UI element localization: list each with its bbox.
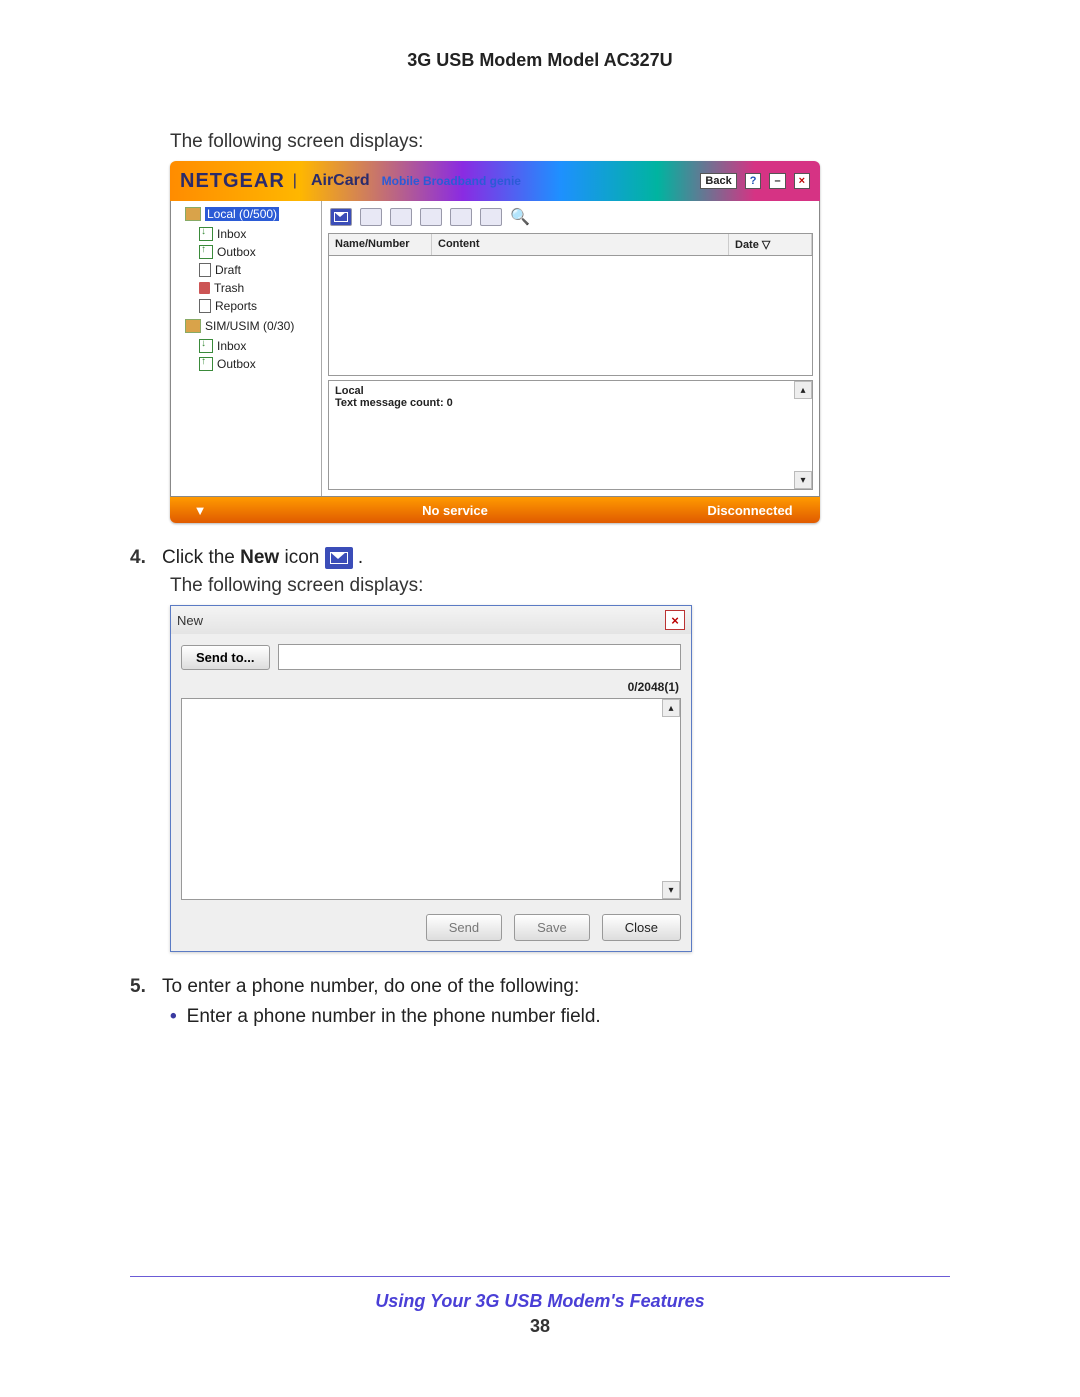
scroll-up-icon[interactable]: ▴ [794, 381, 812, 399]
message-list: Name/Number Content Date ▽ [328, 233, 813, 376]
dialog-title: New [177, 613, 203, 628]
inbox-icon [199, 227, 213, 241]
new-message-icon[interactable] [330, 208, 352, 226]
reply-icon[interactable] [360, 208, 382, 226]
scroll-up-icon[interactable]: ▴ [662, 699, 680, 717]
back-button[interactable]: Back [700, 173, 736, 189]
col-name[interactable]: Name/Number [329, 234, 432, 255]
send-to-button[interactable]: Send to... [181, 645, 270, 670]
delete-icon[interactable] [420, 208, 442, 226]
brand-netgear: NETGEAR [180, 170, 285, 193]
trash-icon [199, 282, 210, 294]
step4-after-text: The following screen displays: [170, 575, 950, 597]
brand-aircard: AirCard [311, 172, 370, 190]
bullet-1: • Enter a phone number in the phone numb… [170, 1006, 950, 1028]
col-date[interactable]: Date ▽ [729, 234, 812, 255]
outbox-icon [199, 357, 213, 371]
doc-icon [199, 299, 211, 313]
genie-titlebar: NETGEAR | AirCard Mobile Broadband genie… [170, 161, 820, 201]
folder-icon [185, 207, 201, 221]
sms-toolbar: 🔍 [322, 201, 819, 233]
signal-icon: ▼ [170, 503, 230, 518]
aircard-genie-window: NETGEAR | AirCard Mobile Broadband genie… [170, 161, 820, 523]
tree-sim[interactable]: SIM/USIM (0/30) [185, 317, 321, 335]
phone-number-field[interactable] [278, 644, 682, 670]
folder-icon [185, 319, 201, 333]
dialog-close-icon[interactable]: × [665, 610, 685, 630]
step-number: 5. [130, 976, 154, 998]
status-local: Local [335, 385, 806, 397]
save-button[interactable]: Save [514, 914, 590, 941]
service-status: No service [230, 503, 680, 518]
folder-tree: Local (0/500) Inbox Outbox Draft Trash R… [171, 201, 322, 496]
search-icon[interactable]: 🔍 [510, 207, 530, 227]
tree-sim-inbox[interactable]: Inbox [199, 337, 256, 355]
send-button[interactable]: Send [426, 914, 502, 941]
new-message-dialog: New × Send to... 0/2048(1) ▴ ▾ Send Save… [170, 605, 692, 952]
tree-sim-outbox[interactable]: Outbox [199, 355, 256, 373]
step-number: 4. [130, 547, 154, 569]
doc-icon [199, 263, 211, 277]
forward-icon[interactable] [390, 208, 412, 226]
char-counter: 0/2048(1) [181, 680, 679, 694]
footer-chapter: Using Your 3G USB Modem's Features [0, 1291, 1080, 1312]
minimize-button[interactable]: – [769, 173, 785, 189]
message-textarea[interactable]: ▴ ▾ [181, 698, 681, 900]
message-preview-pane: Local Text message count: 0 ▴ ▾ [328, 380, 813, 490]
step-5: 5. To enter a phone number, do one of th… [130, 976, 950, 998]
import-icon[interactable] [480, 208, 502, 226]
brand-sub: Mobile Broadband genie [382, 174, 521, 188]
close-button[interactable]: Close [602, 914, 681, 941]
connection-status: Disconnected [680, 503, 820, 518]
tree-outbox[interactable]: Outbox [199, 243, 257, 261]
tree-reports[interactable]: Reports [199, 297, 257, 315]
help-button[interactable]: ? [745, 173, 762, 189]
tree-local[interactable]: Local (0/500) [185, 205, 321, 223]
tree-draft[interactable]: Draft [199, 261, 257, 279]
tree-trash[interactable]: Trash [199, 279, 257, 297]
footer-divider [130, 1276, 950, 1277]
doc-header: 3G USB Modem Model AC327U [130, 50, 950, 71]
intro-text: The following screen displays: [170, 131, 950, 153]
inbox-icon [199, 339, 213, 353]
outbox-icon [199, 245, 213, 259]
close-window-button[interactable]: × [794, 173, 810, 189]
export-icon[interactable] [450, 208, 472, 226]
col-content[interactable]: Content [432, 234, 729, 255]
genie-status-bar: ▼ No service Disconnected [170, 497, 820, 523]
tree-inbox[interactable]: Inbox [199, 225, 257, 243]
new-icon-inline [325, 547, 353, 569]
page-number: 38 [0, 1316, 1080, 1337]
bullet-icon: • [170, 1006, 177, 1028]
dialog-titlebar: New × [171, 606, 691, 634]
step-4: 4. Click the New icon . [130, 547, 950, 569]
scroll-down-icon[interactable]: ▾ [794, 471, 812, 489]
status-count: Text message count: 0 [335, 397, 806, 409]
scroll-down-icon[interactable]: ▾ [662, 881, 680, 899]
